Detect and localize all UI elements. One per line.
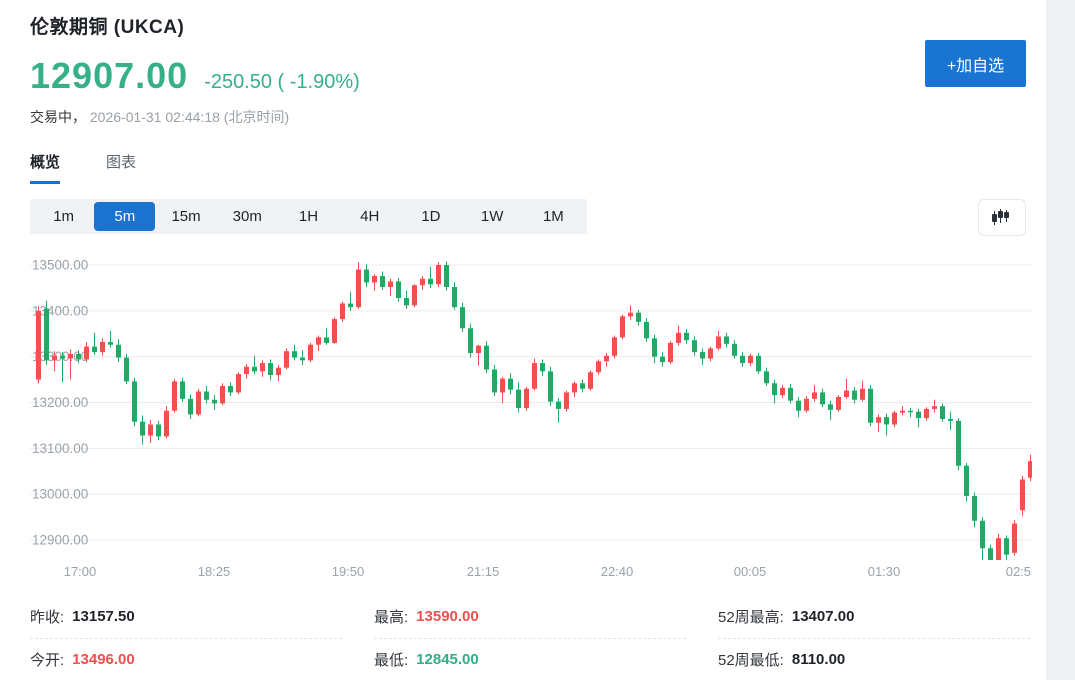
interval-button-1m[interactable]: 1m <box>33 202 94 231</box>
stats-column: 最高: 13590.00 最低: 12845.00 <box>374 596 686 680</box>
stat-label: 最低: <box>374 649 408 670</box>
interval-button-4H[interactable]: 4H <box>339 202 400 231</box>
x-axis-label: 18:25 <box>198 564 231 579</box>
svg-text:13200.00: 13200.00 <box>32 395 88 410</box>
svg-text:13500.00: 13500.00 <box>32 258 88 273</box>
price-row: 12907.00 -250.50 ( -1.90%) <box>30 55 1030 97</box>
x-axis-label: 17:00 <box>64 564 97 579</box>
stat-row: 最高: 13590.00 <box>374 596 686 639</box>
x-axis-label: 19:50 <box>332 564 365 579</box>
add-watchlist-button[interactable]: +加自选 <box>925 40 1026 87</box>
trading-status: 交易中， <box>30 109 86 125</box>
stats-column: 昨收: 13157.50 今开: 13496.00 <box>30 596 342 680</box>
svg-text:12900.00: 12900.00 <box>32 533 88 548</box>
stat-label: 最高: <box>374 606 408 627</box>
last-price: 12907.00 <box>30 55 188 97</box>
stat-row: 最低: 12845.00 <box>374 639 686 680</box>
stat-value: 8110.00 <box>792 651 845 668</box>
interval-button-15m[interactable]: 15m <box>155 202 216 231</box>
interval-button-1H[interactable]: 1H <box>278 202 339 231</box>
quote-stats: 昨收: 13157.50 今开: 13496.00 最高: 13590.00 最低: 1284… <box>30 596 1030 680</box>
stats-column: 52周最高: 13407.00 52周最低: 8110.00 <box>718 596 1030 680</box>
tab-chart[interactable]: 图表 <box>106 151 136 184</box>
svg-text:13100.00: 13100.00 <box>32 441 88 456</box>
x-axis-label: 01:30 <box>868 564 901 579</box>
candlestick-chart-canvas: 13500.0013400.0013300.0013200.0013100.00… <box>30 250 1032 560</box>
stat-value: 13407.00 <box>792 608 855 625</box>
stat-label: 52周最高: <box>718 606 784 627</box>
stat-label: 52周最低: <box>718 649 784 670</box>
quote-page: 伦敦期铜 (UKCA) +加自选 12907.00 -250.50 ( -1.9… <box>0 0 1046 680</box>
chart-x-axis: 17:00 18:25 19:50 21:15 22:40 00:05 01:30 02:55 <box>30 560 1032 586</box>
tab-bar: 概览 图表 <box>30 151 1030 184</box>
stat-row: 52周最高: 13407.00 <box>718 596 1030 639</box>
x-axis-label: 22:40 <box>601 564 634 579</box>
interval-button-1D[interactable]: 1D <box>400 202 461 231</box>
stat-value: 13496.00 <box>72 651 135 668</box>
interval-button-5m[interactable]: 5m <box>94 202 155 231</box>
interval-button-group: 1m5m15m30m1H4H1D1W1M <box>30 199 587 234</box>
x-axis-label: 02:55 <box>1006 564 1032 579</box>
chart-toolbar: 1m5m15m30m1H4H1D1W1M <box>30 199 1030 236</box>
stat-label: 昨收: <box>30 606 64 627</box>
x-axis-label: 00:05 <box>734 564 767 579</box>
stat-row: 今开: 13496.00 <box>30 639 342 680</box>
candlestick-icon <box>991 208 1013 228</box>
quote-timestamp: 2026-01-31 02:44:18 (北京时间) <box>90 109 289 125</box>
price-change: -250.50 ( -1.90%) <box>204 71 360 94</box>
stat-row: 昨收: 13157.50 <box>30 596 342 639</box>
stat-row: 52周最低: 8110.00 <box>718 639 1030 680</box>
svg-text:13000.00: 13000.00 <box>32 487 88 502</box>
chart-type-button[interactable] <box>978 199 1026 236</box>
interval-button-1W[interactable]: 1W <box>462 202 523 231</box>
stat-label: 今开: <box>30 649 64 670</box>
x-axis-label: 21:15 <box>467 564 500 579</box>
candlestick-chart[interactable]: 13500.0013400.0013300.0013200.0013100.00… <box>30 250 1032 586</box>
interval-button-1M[interactable]: 1M <box>523 202 584 231</box>
page-title: 伦敦期铜 (UKCA) <box>30 12 1030 39</box>
trading-status-row: 交易中， 2026-01-31 02:44:18 (北京时间) <box>30 107 1030 127</box>
tab-overview[interactable]: 概览 <box>30 151 60 184</box>
stat-value: 13590.00 <box>416 608 479 625</box>
stat-value: 13157.50 <box>72 608 135 625</box>
interval-button-30m[interactable]: 30m <box>217 202 278 231</box>
stat-value: 12845.00 <box>416 651 479 668</box>
